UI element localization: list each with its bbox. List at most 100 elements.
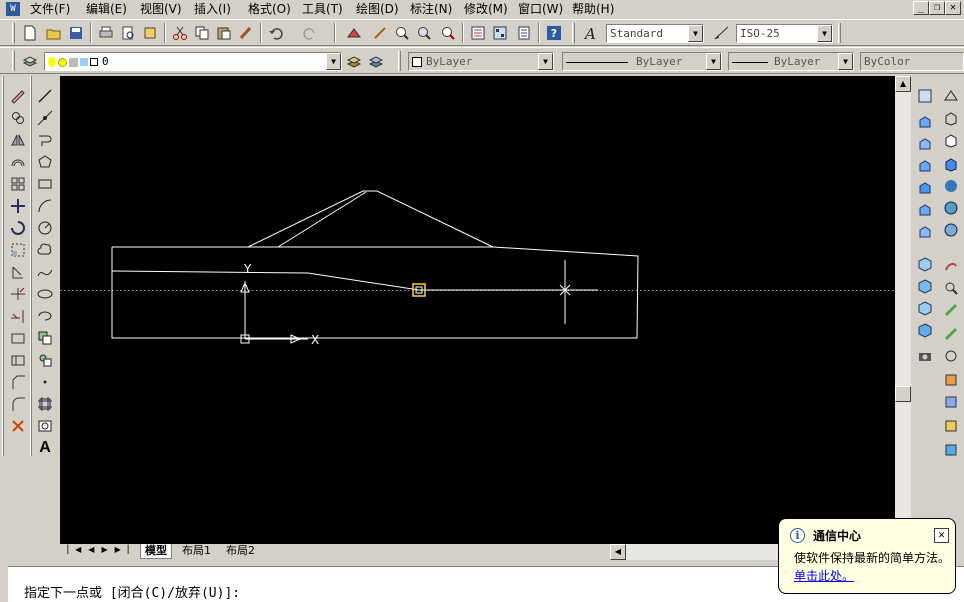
menu-format[interactable]: 格式(O) [248,1,291,17]
line-icon[interactable] [35,86,55,106]
polygon-icon[interactable] [35,152,55,172]
flat-shaded-icon[interactable] [941,154,961,174]
publish-icon[interactable] [140,23,160,43]
mirror-icon[interactable] [8,130,28,150]
arc-icon[interactable] [35,196,55,216]
3d-orbit-icon[interactable] [941,256,961,276]
close-button[interactable]: ✕ [945,1,961,15]
trim-icon[interactable] [8,284,28,304]
multiline-text-icon[interactable]: A [35,438,55,458]
ne-iso-icon[interactable] [915,298,935,318]
close-icon[interactable]: ✕ [934,528,949,543]
tool-palettes-icon[interactable] [514,23,534,43]
menu-draw[interactable]: 绘图(D) [356,1,399,17]
menu-insert[interactable]: 插入(I) [194,1,231,17]
scroll-left-arrow[interactable]: ◀ [610,544,626,560]
zoom-previous-icon[interactable] [438,23,458,43]
3d-zoom-icon[interactable] [941,278,961,298]
zoom-window-icon[interactable] [414,23,434,43]
toolbar-grip[interactable] [12,23,15,43]
scroll-up-arrow[interactable]: ▲ [895,76,911,92]
view-top-icon[interactable] [915,112,935,132]
chevron-down-icon[interactable]: ▼ [838,53,853,70]
toolbar-grip[interactable] [572,23,575,43]
3d-orbit-continuous-icon[interactable] [941,416,961,436]
save-icon[interactable] [66,23,86,43]
chevron-down-icon[interactable]: ▼ [706,53,721,70]
polyline-icon[interactable] [35,130,55,150]
flat-edges-icon[interactable] [941,198,961,218]
drawing-canvas[interactable]: Y X [60,76,895,544]
menu-tools[interactable]: 工具(T) [302,1,343,17]
make-block-icon[interactable] [35,350,55,370]
chamfer-icon[interactable] [8,372,28,392]
lightbulb-icon[interactable] [48,57,56,67]
lineweight-select[interactable]: ByLayer ▼ [728,52,854,71]
copy-object-icon[interactable] [8,108,28,128]
sw-iso-icon[interactable] [915,254,935,274]
2d-wireframe-icon[interactable] [941,86,961,106]
explode-icon[interactable] [8,416,28,436]
undo-icon[interactable] [266,23,286,43]
properties-icon[interactable] [468,23,488,43]
view-back-icon[interactable] [915,222,935,242]
revision-cloud-icon[interactable] [35,240,55,260]
tab-layout2[interactable]: 布局2 [222,544,259,559]
layer-previous-icon[interactable] [366,51,386,71]
cad-app-icon[interactable]: W [6,2,20,16]
color-select[interactable]: ByLayer ▼ [408,52,554,71]
3d-clip-icon[interactable] [941,370,961,390]
notification-balloon[interactable]: i 通信中心 ✕ 使软件保持最新的简单方法。 单击此处。 [778,518,956,594]
menu-dimension[interactable]: 标注(N) [410,1,452,17]
restore-button[interactable]: ❐ [929,1,945,15]
move-icon[interactable] [8,196,28,216]
3d-pan-icon[interactable] [941,300,961,320]
help-icon[interactable]: ? [544,23,564,43]
minimize-button[interactable]: _ [913,1,929,15]
layer-select[interactable]: 0 ▼ [44,52,342,71]
sun-icon[interactable] [58,57,67,67]
construction-line-icon[interactable] [35,108,55,128]
break-icon[interactable] [8,328,28,348]
layer-manager-icon[interactable] [20,51,40,71]
linetype-select[interactable]: ByLayer ▼ [562,52,722,71]
hidden-icon[interactable] [941,130,961,150]
menu-help[interactable]: 帮助(H) [572,1,614,17]
menu-window[interactable]: 窗口(W) [518,1,563,17]
vertical-scrollbar[interactable]: ▲ ▼ [895,76,911,544]
hatch-icon[interactable] [35,394,55,414]
plot-preview-icon[interactable] [118,23,138,43]
cut-icon[interactable] [170,23,190,43]
toolbar-grip[interactable] [2,76,4,456]
design-center-palette-icon[interactable] [490,23,510,43]
insert-block-icon[interactable] [35,328,55,348]
region-icon[interactable] [35,416,55,436]
make-current-layer-icon[interactable] [344,51,364,71]
array-icon[interactable] [8,174,28,194]
ellipse-icon[interactable] [35,284,55,304]
new-file-icon[interactable] [20,23,40,43]
rotate-icon[interactable] [8,218,28,238]
plotstyle-select[interactable]: ByColor [860,52,964,71]
3d-orbit-settings-icon[interactable] [941,440,961,460]
lock-icon[interactable] [69,57,78,67]
view-left-icon[interactable] [915,156,935,176]
view-front-icon[interactable] [915,200,935,220]
toolbar-grip[interactable] [12,51,15,71]
menu-view[interactable]: 视图(V) [140,1,182,17]
design-center-icon[interactable] [344,23,364,43]
scroll-thumb[interactable] [895,386,911,402]
chevron-down-icon[interactable]: ▼ [326,53,341,70]
paste-icon[interactable] [214,23,234,43]
se-iso-icon[interactable] [915,276,935,296]
scale-icon[interactable] [8,240,28,260]
menu-edit[interactable]: 编辑(E) [86,1,127,17]
3d-wireframe-icon[interactable] [941,108,961,128]
tab-nav-arrows[interactable]: ▕◀◀▶▶▏ [62,545,141,554]
3d-distance-icon[interactable] [941,346,961,366]
pan-realtime-icon[interactable] [370,23,390,43]
menu-file[interactable]: 文件(F) [30,1,70,17]
chevron-down-icon[interactable]: ▼ [538,53,553,70]
balloon-link[interactable]: 单击此处。 [794,567,854,584]
spline-icon[interactable] [35,262,55,282]
